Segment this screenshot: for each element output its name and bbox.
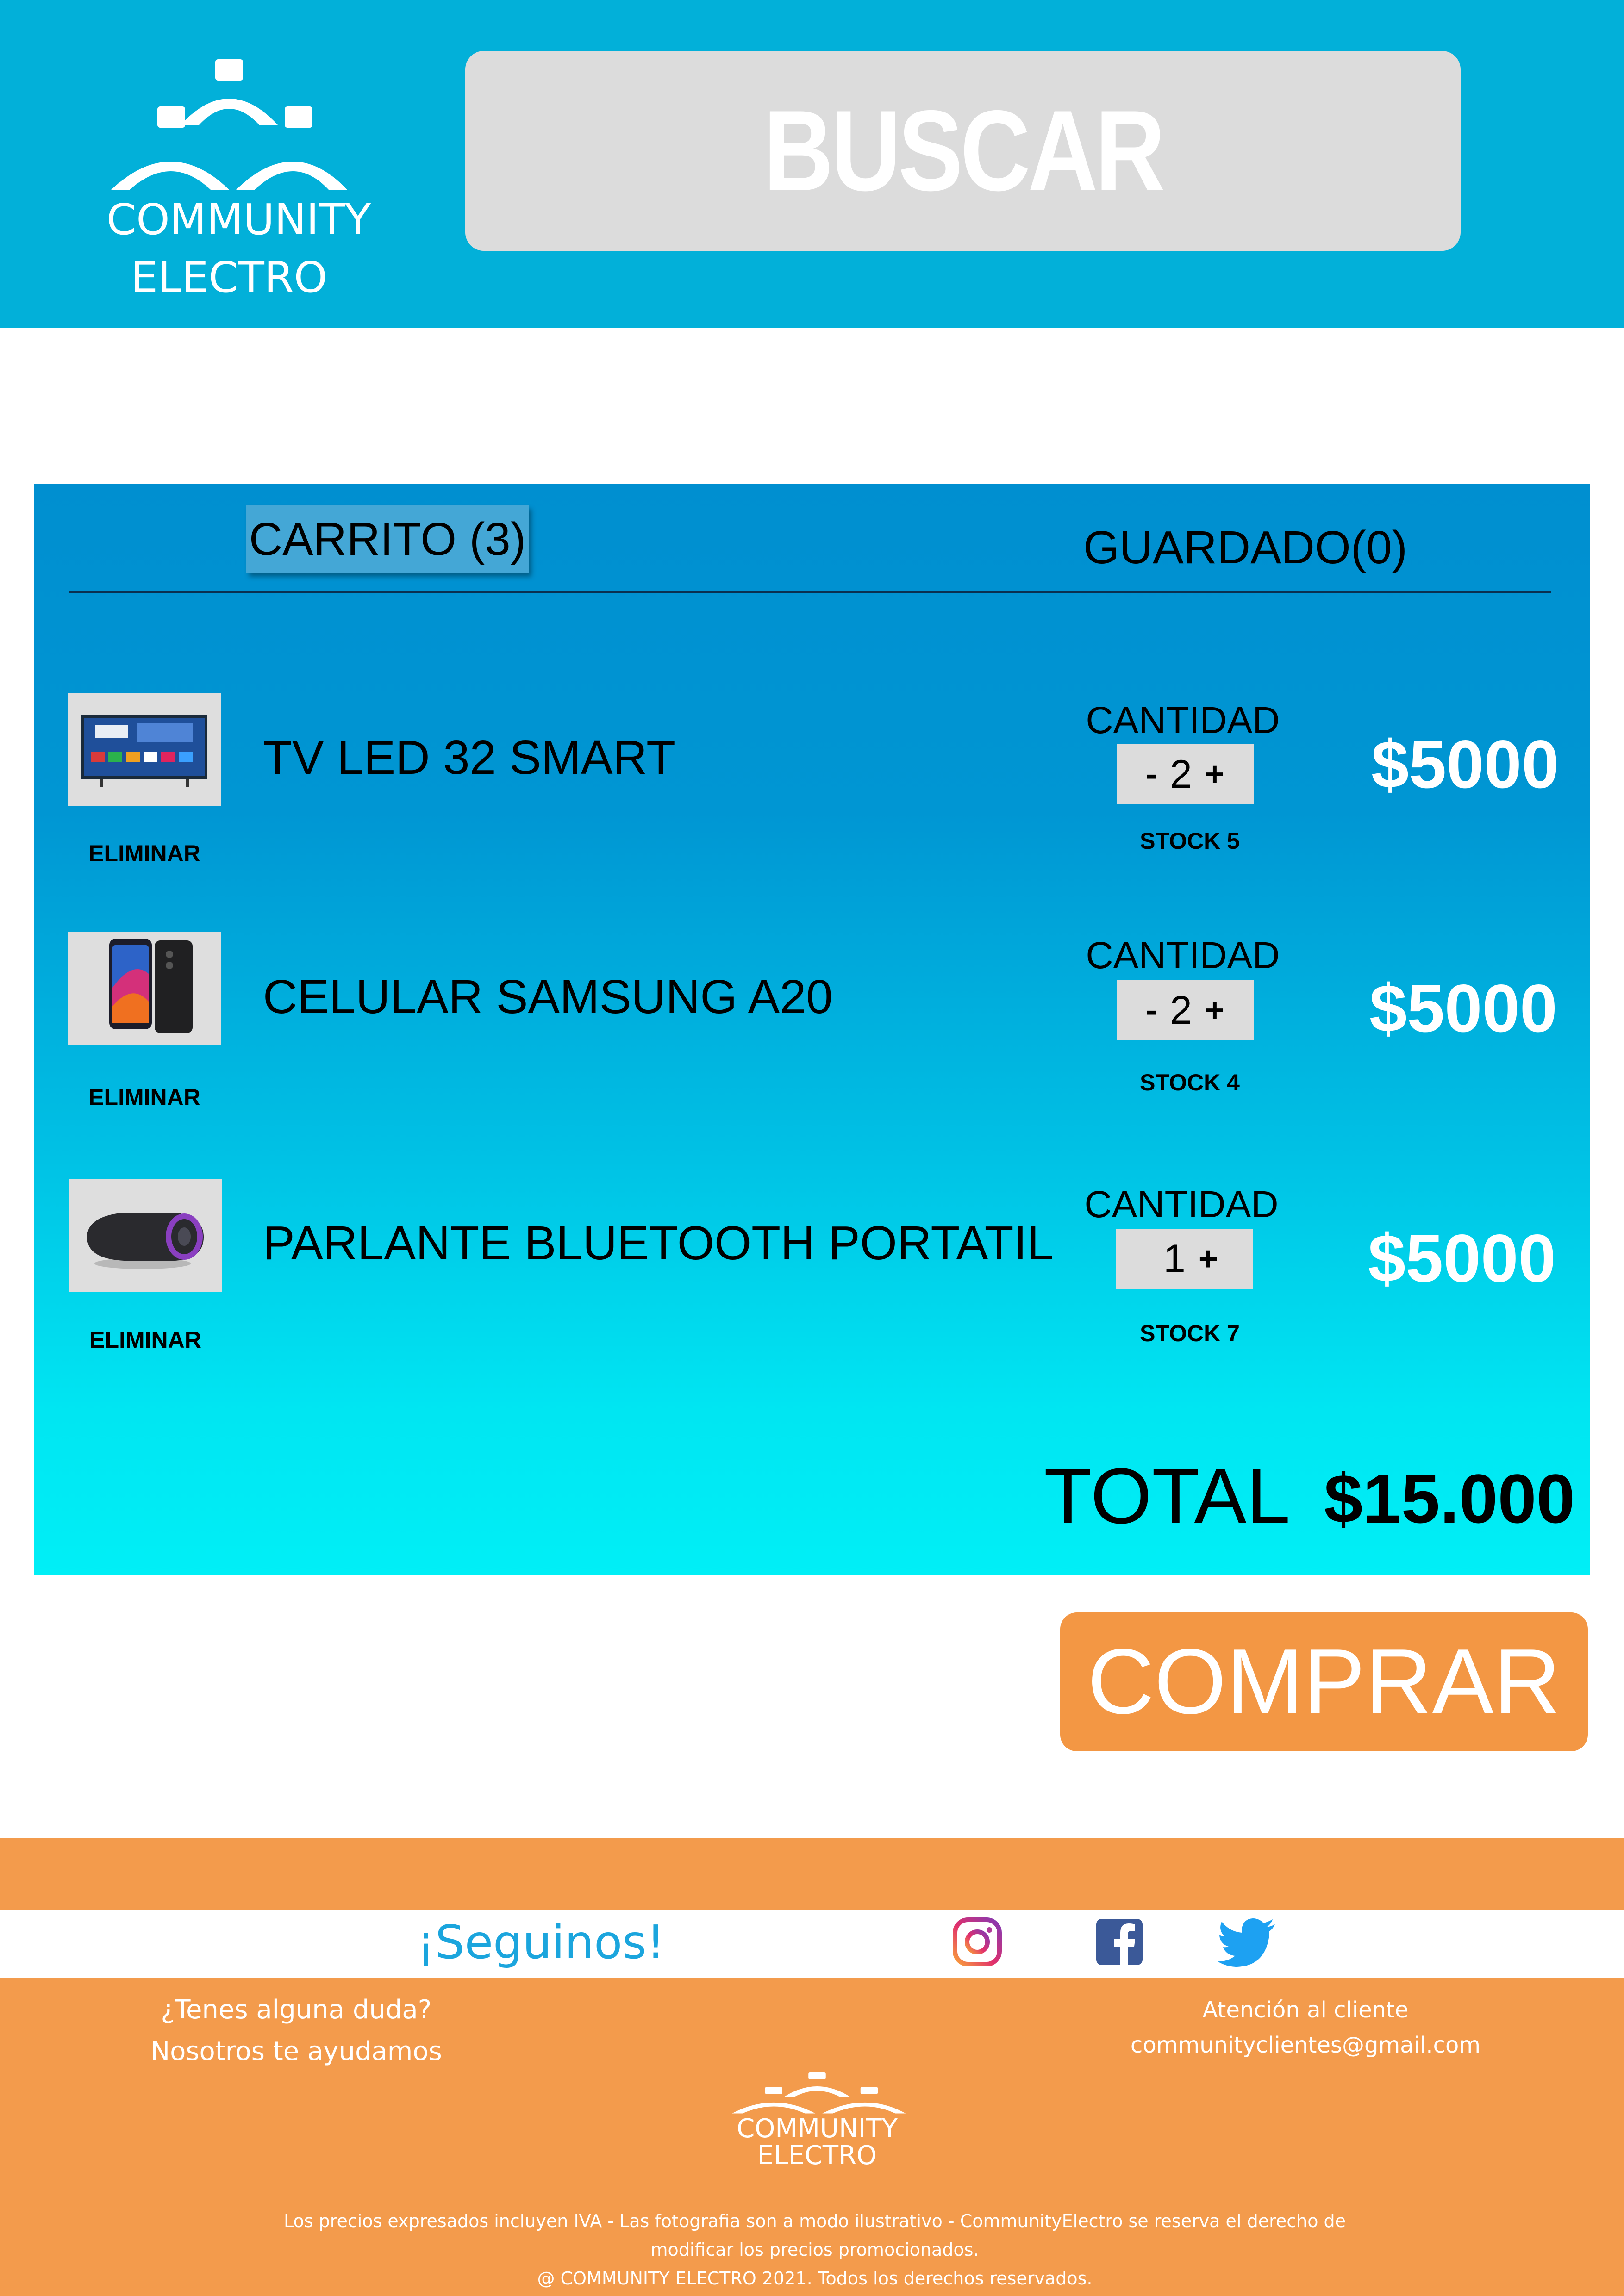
tab-saved[interactable]: GUARDADO(0)	[1065, 517, 1426, 578]
quantity-value: 2	[1170, 988, 1192, 1033]
follow-us-text: ¡Seguinos!	[417, 1915, 665, 1969]
quantity-stepper: - 2 +	[1117, 980, 1254, 1040]
cart-panel	[34, 484, 1590, 1575]
increase-button[interactable]: +	[1205, 991, 1224, 1029]
copyright-text: @ COMMUNITY ELECTRO 2021. Todos los dere…	[537, 2268, 1093, 2289]
total-label: TOTAL	[1044, 1452, 1291, 1540]
speaker-image[interactable]	[69, 1179, 222, 1292]
product-name[interactable]: TV LED 32 SMART	[263, 730, 675, 785]
quantity-value: 1	[1163, 1236, 1186, 1281]
facebook-icon[interactable]	[1093, 1916, 1145, 1968]
item-price: $5000	[1368, 1220, 1556, 1296]
decrease-button[interactable]: -	[1146, 991, 1157, 1029]
footer-logo-electro: ELECTRO	[757, 2140, 877, 2171]
doubt-line-1: ¿Tenes alguna duda?	[161, 1995, 432, 2025]
phone-icon	[109, 939, 193, 1033]
quantity-stepper: 1 +	[1116, 1229, 1253, 1289]
legal-text-2: modificar los precios promocionados.	[650, 2240, 979, 2260]
tv-image[interactable]	[68, 693, 221, 806]
follow-band	[0, 1910, 1624, 1978]
quantity-label: CANTIDAD	[1086, 699, 1280, 741]
product-name[interactable]: CELULAR SAMSUNG A20	[263, 970, 833, 1024]
buy-button[interactable]: COMPRAR	[1060, 1612, 1588, 1751]
community-electro-logo[interactable]: COMMUNITY ELECTRO	[106, 56, 371, 308]
increase-button[interactable]: +	[1199, 1240, 1218, 1278]
search-label: BUSCAR	[763, 86, 1165, 215]
doubt-text: ¿Tenes alguna duda? Nosotros te ayudamos	[130, 1989, 463, 2072]
quantity-label: CANTIDAD	[1086, 934, 1280, 977]
logo-text-community: COMMUNITY	[106, 195, 371, 244]
instagram-icon[interactable]	[951, 1916, 1003, 1968]
footer-logo-figures-icon	[732, 2072, 906, 2114]
quantity-label: CANTIDAD	[1084, 1183, 1279, 1226]
doubt-line-2: Nosotros te ayudamos	[150, 2036, 442, 2066]
item-price: $5000	[1369, 971, 1557, 1046]
footer-logo-community: COMMUNITY	[737, 2114, 898, 2144]
phone-image[interactable]	[68, 932, 221, 1045]
twitter-icon[interactable]	[1218, 1916, 1278, 1968]
support-title: Atención al cliente	[1202, 1997, 1409, 2023]
footer-logo: COMMUNITY ELECTRO	[720, 2072, 914, 2170]
increase-button[interactable]: +	[1205, 755, 1224, 793]
tab-cart[interactable]: CARRITO (3)	[246, 505, 529, 573]
tabs-divider	[69, 591, 1551, 593]
stock-label: STOCK 4	[1140, 1070, 1240, 1095]
product-name[interactable]: PARLANTE BLUETOOTH PORTATIL	[263, 1216, 1054, 1270]
customer-support: Atención al cliente communityclientes@gm…	[1111, 1992, 1500, 2063]
stock-label: STOCK 5	[1140, 828, 1240, 854]
total-value: $15.000	[1324, 1460, 1575, 1537]
remove-item-button[interactable]: ELIMINAR	[69, 1326, 222, 1353]
support-email[interactable]: communityclientes@gmail.com	[1111, 2028, 1500, 2063]
logo-text-electro: ELECTRO	[131, 253, 328, 302]
remove-item-button[interactable]: ELIMINAR	[68, 1084, 221, 1111]
decrease-button[interactable]: -	[1146, 755, 1157, 793]
quantity-value: 2	[1170, 752, 1192, 796]
search-bar[interactable]: BUSCAR	[465, 51, 1461, 251]
remove-item-button[interactable]: ELIMINAR	[68, 840, 221, 867]
tv-icon	[81, 715, 207, 787]
item-price: $5000	[1371, 727, 1559, 802]
logo-figures-icon	[111, 59, 347, 190]
stock-label: STOCK 7	[1140, 1320, 1240, 1346]
speaker-icon	[87, 1213, 204, 1269]
quantity-stepper: - 2 +	[1117, 744, 1254, 804]
legal-text-1: Los precios expresados incluyen IVA - La…	[283, 2211, 1346, 2231]
